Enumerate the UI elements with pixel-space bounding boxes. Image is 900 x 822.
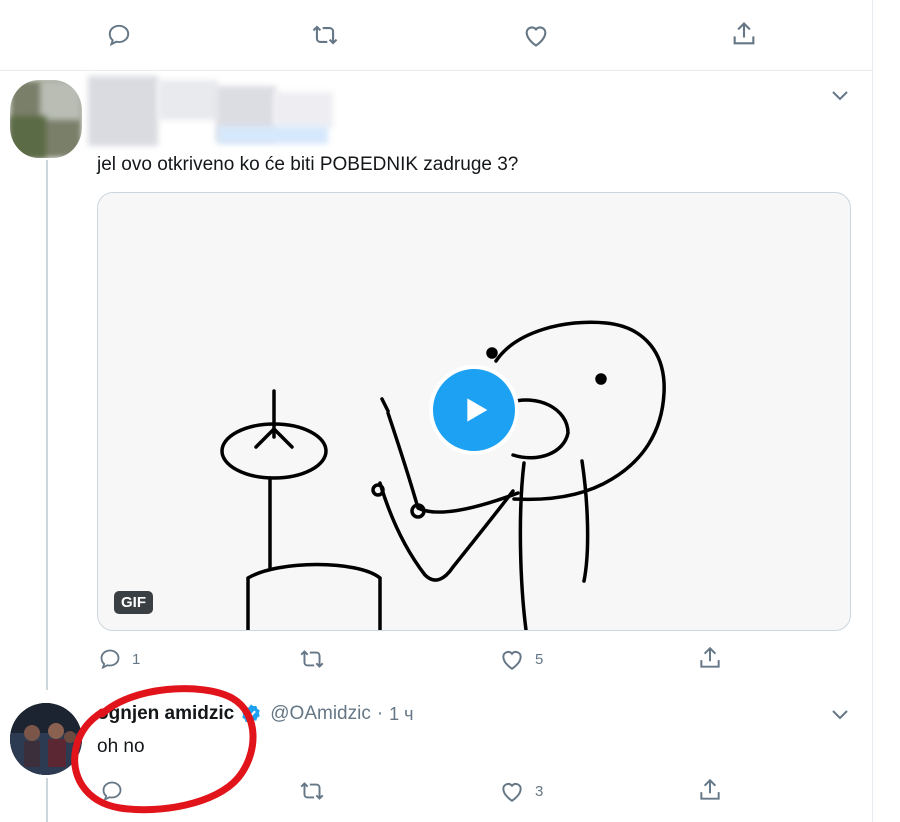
chevron-down-icon [832,91,848,101]
reply-icon [102,781,122,802]
thread-line-lower [46,778,48,822]
play-icon [467,398,488,422]
tweet1-share-button[interactable] [697,645,723,671]
chevron-down-icon [832,710,848,720]
tweet1-gif-media[interactable]: GIF [97,192,851,631]
like-icon [502,651,522,670]
divider [0,70,872,71]
like-icon [502,783,522,802]
tweet2-share-button[interactable] [697,777,723,803]
user-name[interactable]: ognjen amidzic [97,703,234,725]
red-annotation-circle [71,685,257,814]
blurred-avatar[interactable] [10,80,82,158]
verified-badge-icon [242,704,260,724]
play-button[interactable] [429,365,519,455]
tweet1-like-button[interactable]: 5 [499,647,543,671]
tweet1-retweet-button[interactable] [298,647,326,671]
top-reply-button[interactable] [106,22,132,48]
user-handle[interactable]: @OAmidzic [270,703,371,725]
avatar[interactable] [10,703,82,775]
retweet-icon [300,782,324,800]
avatar-photo [10,703,82,775]
like-count: 3 [535,782,544,800]
tweet1-reply-button[interactable]: 1 [98,647,140,671]
tweet2-text: oh no [97,736,145,757]
timestamp[interactable]: 1 ч [389,704,413,725]
retweet-icon [300,650,324,668]
tweet1-more-button[interactable] [830,88,850,107]
reply-icon [108,24,130,47]
top-share-button[interactable] [730,20,758,48]
like-icon [525,26,547,47]
share-icon [700,778,720,800]
top-like-button[interactable] [522,22,550,48]
share-icon [733,22,755,45]
timeline: jel ovo otkriveno ko će biti POBEDNIK za… [0,0,873,822]
share-icon [700,646,720,668]
reply-count: 1 [132,650,141,668]
top-retweet-button[interactable] [310,22,340,48]
retweet-icon [312,25,338,45]
tweet2-reply-button[interactable] [100,779,124,803]
thread-line [46,160,48,690]
tweet2-like-button[interactable]: 3 [499,779,543,803]
gif-badge: GIF [114,591,153,614]
separator-dot: · [376,703,384,724]
tweet2-more-button[interactable] [830,707,850,726]
tweet2-retweet-button[interactable] [298,779,326,803]
like-count: 5 [535,650,544,668]
tweet1-text: jel ovo otkriveno ko će biti POBEDNIK za… [97,154,519,175]
reply-icon [100,649,120,670]
blurred-author-name[interactable] [88,76,338,146]
tweet2-header: ognjen amidzic @OAmidzic · 1 ч [97,703,414,725]
